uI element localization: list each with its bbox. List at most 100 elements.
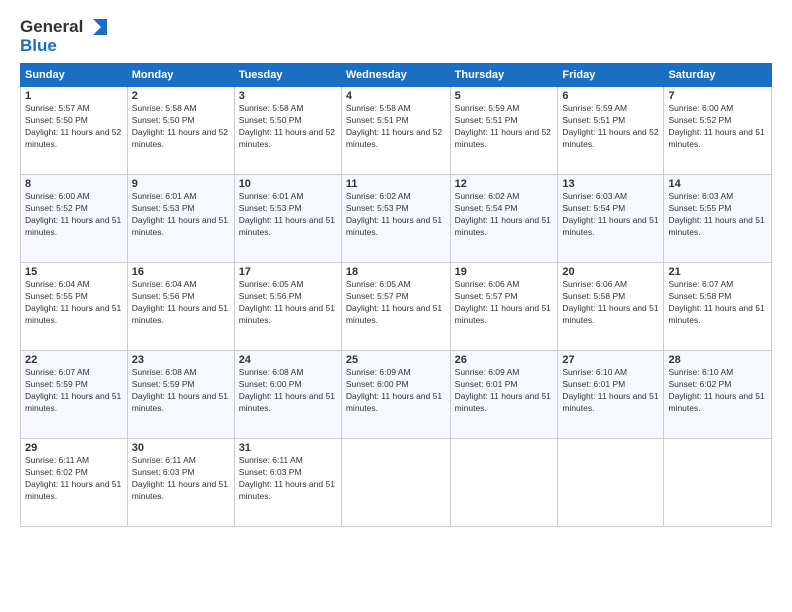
calendar-cell: 13 Sunrise: 6:03 AM Sunset: 5:54 PM Dayl…: [558, 175, 664, 263]
daylight-label: Daylight: 11 hours and 52 minutes.: [455, 127, 551, 149]
day-number: 8: [25, 178, 123, 190]
day-number: 1: [25, 90, 123, 102]
sunset-label: Sunset: 5:57 PM: [455, 291, 518, 301]
day-number: 21: [668, 266, 767, 278]
daylight-label: Daylight: 11 hours and 52 minutes.: [346, 127, 442, 149]
sunrise-label: Sunrise: 5:59 AM: [455, 103, 520, 113]
daylight-label: Daylight: 11 hours and 51 minutes.: [239, 391, 335, 413]
day-info: Sunrise: 6:03 AM Sunset: 5:55 PM Dayligh…: [668, 191, 767, 239]
sunset-label: Sunset: 6:03 PM: [132, 467, 195, 477]
calendar-header-sunday: Sunday: [21, 64, 128, 87]
daylight-label: Daylight: 11 hours and 51 minutes.: [132, 303, 228, 325]
sunset-label: Sunset: 5:55 PM: [25, 291, 88, 301]
sunrise-label: Sunrise: 6:07 AM: [668, 279, 733, 289]
sunset-label: Sunset: 5:59 PM: [132, 379, 195, 389]
sunrise-label: Sunrise: 5:58 AM: [346, 103, 411, 113]
daylight-label: Daylight: 11 hours and 51 minutes.: [239, 303, 335, 325]
calendar-cell: 26 Sunrise: 6:09 AM Sunset: 6:01 PM Dayl…: [450, 351, 558, 439]
sunrise-label: Sunrise: 6:09 AM: [346, 367, 411, 377]
daylight-label: Daylight: 11 hours and 51 minutes.: [132, 391, 228, 413]
sunrise-label: Sunrise: 5:58 AM: [132, 103, 197, 113]
sunrise-label: Sunrise: 6:01 AM: [132, 191, 197, 201]
day-number: 13: [562, 178, 659, 190]
day-info: Sunrise: 6:02 AM Sunset: 5:54 PM Dayligh…: [455, 191, 554, 239]
day-info: Sunrise: 5:58 AM Sunset: 5:51 PM Dayligh…: [346, 103, 446, 151]
calendar-week-row: 1 Sunrise: 5:57 AM Sunset: 5:50 PM Dayli…: [21, 87, 772, 175]
sunrise-label: Sunrise: 5:57 AM: [25, 103, 90, 113]
calendar-cell: 17 Sunrise: 6:05 AM Sunset: 5:56 PM Dayl…: [234, 263, 341, 351]
calendar-cell: 3 Sunrise: 5:58 AM Sunset: 5:50 PM Dayli…: [234, 87, 341, 175]
calendar-week-row: 22 Sunrise: 6:07 AM Sunset: 5:59 PM Dayl…: [21, 351, 772, 439]
day-number: 19: [455, 266, 554, 278]
calendar-cell: 21 Sunrise: 6:07 AM Sunset: 5:58 PM Dayl…: [664, 263, 772, 351]
day-info: Sunrise: 6:06 AM Sunset: 5:58 PM Dayligh…: [562, 279, 659, 327]
day-info: Sunrise: 6:11 AM Sunset: 6:03 PM Dayligh…: [132, 455, 230, 503]
daylight-label: Daylight: 11 hours and 51 minutes.: [668, 391, 764, 413]
calendar-header-friday: Friday: [558, 64, 664, 87]
daylight-label: Daylight: 11 hours and 51 minutes.: [346, 215, 442, 237]
sunset-label: Sunset: 5:51 PM: [562, 115, 625, 125]
logo-chevron-icon: [85, 18, 107, 36]
calendar-cell: 30 Sunrise: 6:11 AM Sunset: 6:03 PM Dayl…: [127, 439, 234, 527]
sunrise-label: Sunrise: 6:08 AM: [132, 367, 197, 377]
daylight-label: Daylight: 11 hours and 51 minutes.: [25, 479, 121, 501]
calendar-cell: 12 Sunrise: 6:02 AM Sunset: 5:54 PM Dayl…: [450, 175, 558, 263]
sunrise-label: Sunrise: 6:04 AM: [132, 279, 197, 289]
calendar-cell: 4 Sunrise: 5:58 AM Sunset: 5:51 PM Dayli…: [341, 87, 450, 175]
sunrise-label: Sunrise: 6:05 AM: [346, 279, 411, 289]
sunset-label: Sunset: 5:58 PM: [562, 291, 625, 301]
day-number: 12: [455, 178, 554, 190]
sunset-label: Sunset: 5:53 PM: [132, 203, 195, 213]
day-number: 28: [668, 354, 767, 366]
day-info: Sunrise: 6:08 AM Sunset: 6:00 PM Dayligh…: [239, 367, 337, 415]
day-info: Sunrise: 6:04 AM Sunset: 5:55 PM Dayligh…: [25, 279, 123, 327]
day-number: 14: [668, 178, 767, 190]
day-info: Sunrise: 6:01 AM Sunset: 5:53 PM Dayligh…: [239, 191, 337, 239]
sunset-label: Sunset: 6:00 PM: [239, 379, 302, 389]
calendar-cell: 10 Sunrise: 6:01 AM Sunset: 5:53 PM Dayl…: [234, 175, 341, 263]
sunset-label: Sunset: 5:50 PM: [25, 115, 88, 125]
day-number: 10: [239, 178, 337, 190]
day-info: Sunrise: 6:07 AM Sunset: 5:58 PM Dayligh…: [668, 279, 767, 327]
sunset-label: Sunset: 6:02 PM: [25, 467, 88, 477]
sunset-label: Sunset: 5:50 PM: [132, 115, 195, 125]
daylight-label: Daylight: 11 hours and 51 minutes.: [346, 303, 442, 325]
calendar-header-tuesday: Tuesday: [234, 64, 341, 87]
sunset-label: Sunset: 5:50 PM: [239, 115, 302, 125]
sunrise-label: Sunrise: 6:03 AM: [668, 191, 733, 201]
day-info: Sunrise: 6:00 AM Sunset: 5:52 PM Dayligh…: [668, 103, 767, 151]
calendar-cell: 7 Sunrise: 6:00 AM Sunset: 5:52 PM Dayli…: [664, 87, 772, 175]
daylight-label: Daylight: 11 hours and 51 minutes.: [455, 215, 551, 237]
day-info: Sunrise: 6:09 AM Sunset: 6:00 PM Dayligh…: [346, 367, 446, 415]
calendar-cell: 28 Sunrise: 6:10 AM Sunset: 6:02 PM Dayl…: [664, 351, 772, 439]
sunset-label: Sunset: 5:52 PM: [668, 115, 731, 125]
sunrise-label: Sunrise: 5:59 AM: [562, 103, 627, 113]
day-number: 9: [132, 178, 230, 190]
daylight-label: Daylight: 11 hours and 51 minutes.: [132, 479, 228, 501]
day-number: 29: [25, 442, 123, 454]
sunset-label: Sunset: 5:57 PM: [346, 291, 409, 301]
calendar-cell: 1 Sunrise: 5:57 AM Sunset: 5:50 PM Dayli…: [21, 87, 128, 175]
calendar-cell: [450, 439, 558, 527]
daylight-label: Daylight: 11 hours and 52 minutes.: [25, 127, 121, 149]
sunset-label: Sunset: 5:56 PM: [239, 291, 302, 301]
logo-general: General: [20, 18, 83, 37]
sunset-label: Sunset: 6:02 PM: [668, 379, 731, 389]
daylight-label: Daylight: 11 hours and 51 minutes.: [668, 215, 764, 237]
sunrise-label: Sunrise: 6:03 AM: [562, 191, 627, 201]
sunset-label: Sunset: 5:58 PM: [668, 291, 731, 301]
sunset-label: Sunset: 5:51 PM: [455, 115, 518, 125]
daylight-label: Daylight: 11 hours and 51 minutes.: [562, 391, 658, 413]
day-info: Sunrise: 5:57 AM Sunset: 5:50 PM Dayligh…: [25, 103, 123, 151]
calendar-cell: 11 Sunrise: 6:02 AM Sunset: 5:53 PM Dayl…: [341, 175, 450, 263]
daylight-label: Daylight: 11 hours and 51 minutes.: [239, 479, 335, 501]
calendar-cell: 31 Sunrise: 6:11 AM Sunset: 6:03 PM Dayl…: [234, 439, 341, 527]
sunset-label: Sunset: 5:56 PM: [132, 291, 195, 301]
day-info: Sunrise: 6:00 AM Sunset: 5:52 PM Dayligh…: [25, 191, 123, 239]
calendar-cell: 2 Sunrise: 5:58 AM Sunset: 5:50 PM Dayli…: [127, 87, 234, 175]
calendar-week-row: 15 Sunrise: 6:04 AM Sunset: 5:55 PM Dayl…: [21, 263, 772, 351]
day-info: Sunrise: 5:59 AM Sunset: 5:51 PM Dayligh…: [562, 103, 659, 151]
calendar-cell: 22 Sunrise: 6:07 AM Sunset: 5:59 PM Dayl…: [21, 351, 128, 439]
calendar-cell: 14 Sunrise: 6:03 AM Sunset: 5:55 PM Dayl…: [664, 175, 772, 263]
day-info: Sunrise: 6:08 AM Sunset: 5:59 PM Dayligh…: [132, 367, 230, 415]
